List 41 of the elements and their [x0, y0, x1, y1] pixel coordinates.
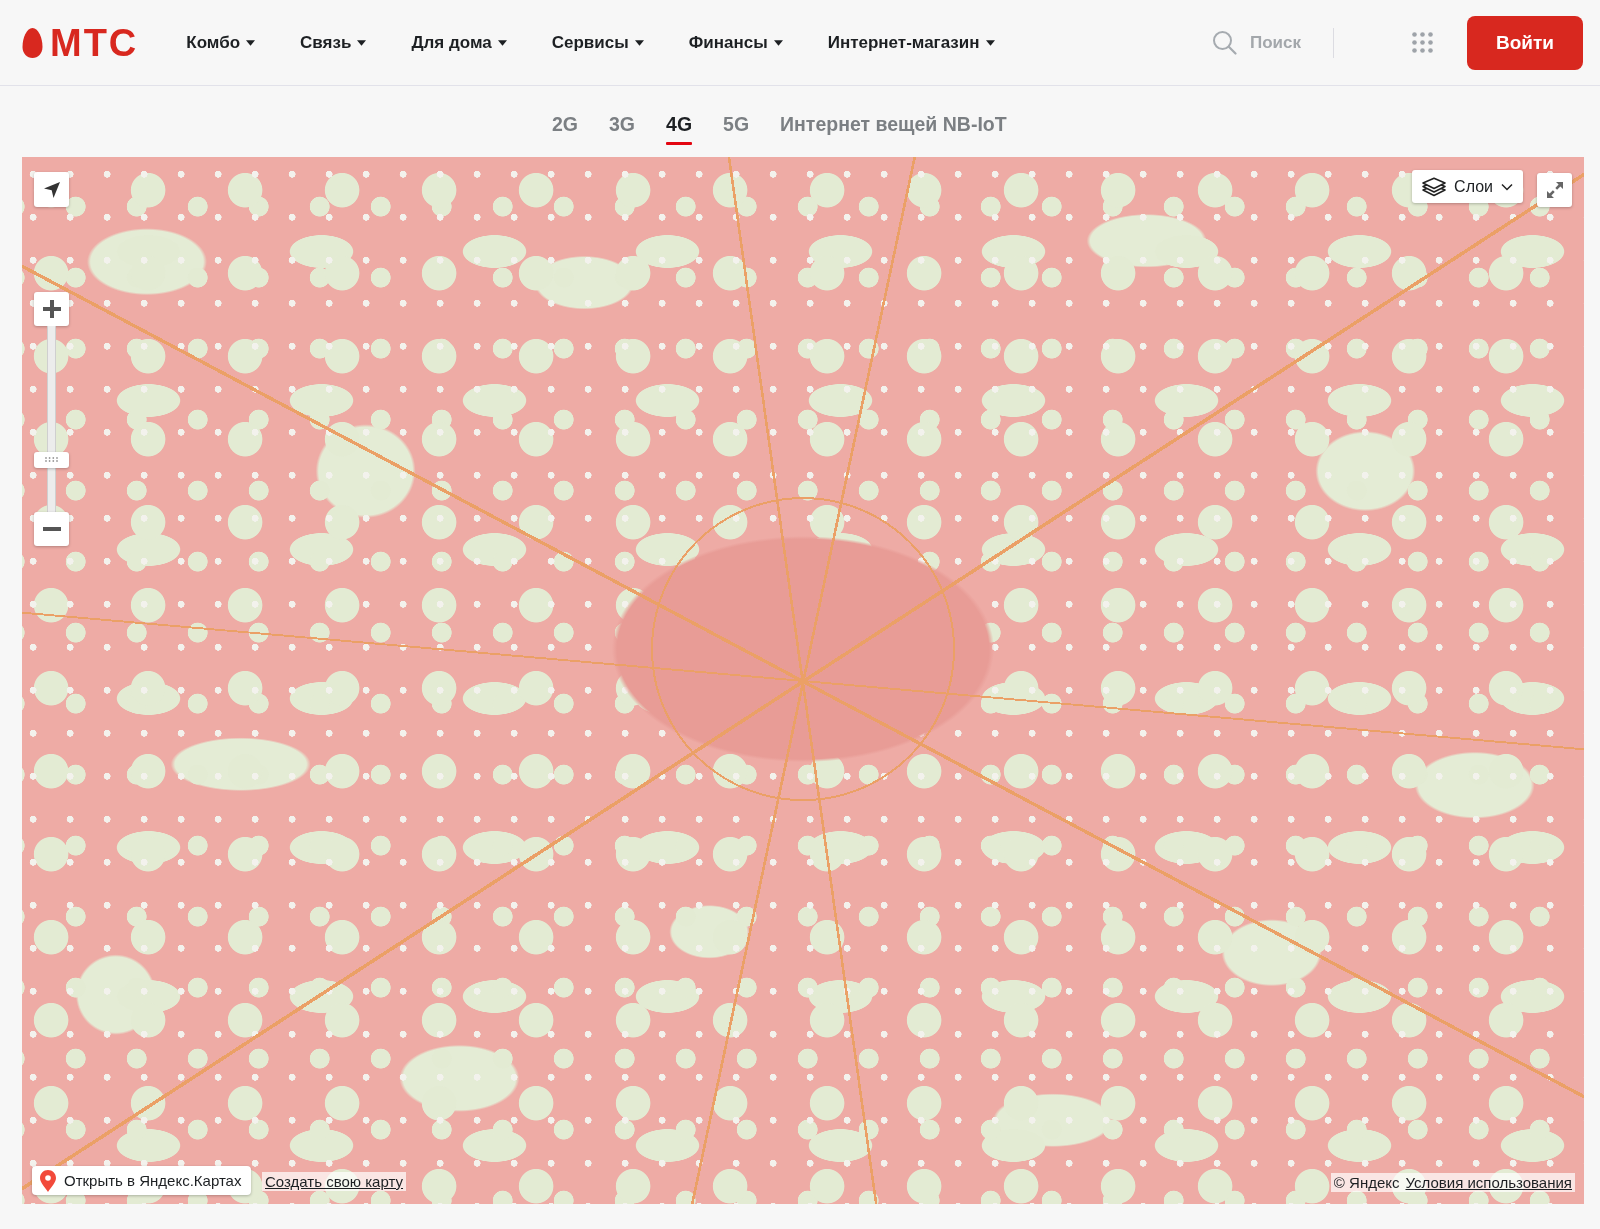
grip-icon: [45, 457, 58, 463]
plus-icon: [42, 300, 61, 318]
expand-arrows-icon: [1545, 181, 1564, 199]
network-tab[interactable]: 5G: [723, 104, 750, 144]
open-in-maps-button[interactable]: Открыть в Яндекс.Картах: [32, 1166, 252, 1195]
nav-menu-item[interactable]: Сервисы: [551, 32, 644, 53]
zoom-slider-thumb[interactable]: [34, 451, 69, 468]
network-tab[interactable]: 4G: [666, 104, 693, 144]
search-field[interactable]: Поиск: [1250, 32, 1312, 53]
egg-logo-icon: [22, 27, 43, 58]
zoom-in-button[interactable]: [34, 292, 69, 326]
logo-link[interactable]: МТС: [22, 23, 139, 62]
network-tab[interactable]: Интернет вещей NB-IoT: [780, 104, 1007, 144]
geolocation-button[interactable]: [34, 172, 69, 207]
chevron-down-icon: [1501, 182, 1513, 191]
fullscreen-button[interactable]: [1537, 173, 1572, 207]
layers-icon: [1422, 176, 1447, 197]
copyright-text: © Яндекс: [1333, 1174, 1400, 1191]
map-pin-icon: [40, 1169, 56, 1192]
login-button[interactable]: Войти: [1467, 15, 1583, 70]
network-tab[interactable]: 3G: [609, 104, 636, 144]
navigation-arrow-icon: [42, 180, 61, 199]
caret-icon: [246, 39, 256, 46]
nav-menu-item[interactable]: Связь: [300, 32, 367, 53]
nav-menu-item[interactable]: Финансы: [688, 32, 783, 53]
terms-link[interactable]: Условия использования: [1405, 1174, 1572, 1191]
caret-icon: [357, 39, 367, 46]
nav-menu-item[interactable]: Для дома: [411, 32, 507, 53]
network-tab[interactable]: 2G: [552, 104, 578, 144]
zoom-out-button[interactable]: [34, 512, 69, 546]
create-map-link[interactable]: Создать свою карту: [262, 1172, 407, 1191]
caret-icon: [634, 39, 644, 46]
caret-icon: [985, 39, 995, 46]
layers-button[interactable]: Слои: [1412, 170, 1523, 203]
search-icon: [1212, 30, 1237, 55]
minus-icon: [42, 527, 61, 531]
caret-icon: [497, 39, 507, 46]
dots-grid-icon[interactable]: [1412, 32, 1433, 53]
caret-icon: [773, 39, 783, 46]
nav-menu-item[interactable]: Интернет-магазин: [827, 32, 995, 53]
nav-menu-item[interactable]: Комбо: [186, 32, 256, 53]
